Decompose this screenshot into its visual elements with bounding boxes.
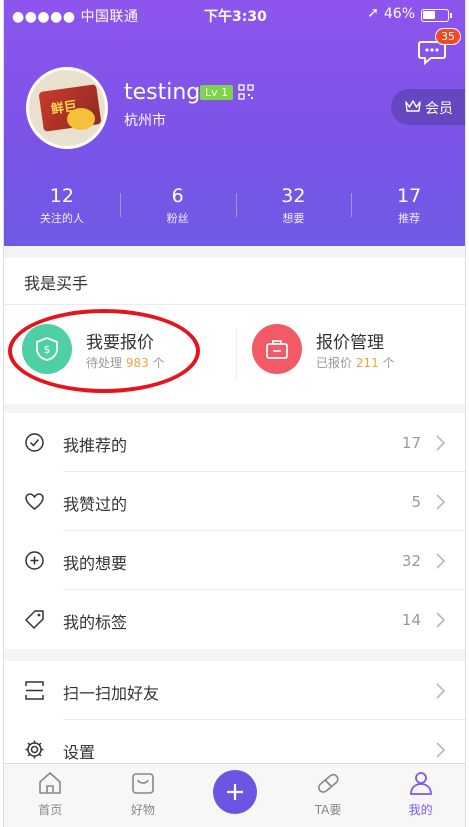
list-item-wants[interactable]: 我的想要 32 (4, 531, 465, 590)
bag-icon (132, 773, 154, 794)
tab-mine[interactable]: 我的 (374, 764, 465, 827)
list-item-tags[interactable]: 我的标签 14 (4, 590, 465, 649)
clock-text: 下午3:30 (204, 9, 267, 25)
scan-icon (25, 681, 44, 700)
manage-circle (252, 324, 302, 374)
list-item-count: 14 (401, 611, 421, 629)
list-item-label: 我的标签 (63, 613, 128, 632)
profile-header: ●●●●● 中国联通 下午3:30 ➚ 46% 35 鲜巨 testing Lv… (4, 0, 465, 246)
stat-value: 32 (281, 185, 306, 207)
stat-value: 12 (49, 185, 74, 207)
list-item-count: 32 (401, 552, 421, 570)
tab-label: 首页 (38, 803, 63, 817)
list-item-count: 17 (401, 434, 421, 452)
tab-goods[interactable]: 好物 (97, 764, 190, 827)
chevron-right-icon (436, 742, 446, 758)
list-item-label: 我的想要 (63, 554, 128, 573)
battery-percent: 46% (383, 6, 415, 22)
stat-label: 关注的人 (39, 212, 84, 225)
avatar[interactable]: 鲜巨 (26, 67, 108, 149)
plus-circle-icon (25, 551, 44, 570)
buyer-section-title: 我是买手 (24, 274, 89, 293)
chevron-right-icon (436, 612, 446, 628)
tools-list: 扫一扫加好友 设置 (4, 661, 465, 779)
home-icon (39, 772, 62, 794)
quote-manage-label: 报价管理 (316, 333, 384, 353)
check-circle-icon (25, 433, 44, 452)
location-arrow-icon: ➚ (367, 5, 379, 21)
heart-icon (25, 493, 44, 510)
quote-done-text: 已报价 211 个 (316, 354, 395, 371)
message-count-badge: 35 (435, 28, 461, 45)
pill-icon (318, 773, 339, 793)
tab-bar: 首页 好物 TA要 我的 (4, 763, 465, 827)
chevron-right-icon (436, 553, 446, 569)
tab-label: TA要 (314, 803, 342, 817)
status-bar: ●●●●● 中国联通 下午3:30 ➚ 46% (4, 4, 465, 26)
vip-label: 会员 (425, 101, 453, 117)
quote-manage-button[interactable]: 报价管理 已报价 211 个 (252, 324, 465, 384)
gear-icon (25, 740, 44, 759)
avatar-fruit-image (67, 108, 95, 130)
tab-publish[interactable] (189, 764, 282, 827)
list-item-count: 5 (411, 493, 421, 511)
list-item-scan[interactable]: 扫一扫加好友 (4, 661, 465, 720)
stat-recommend[interactable]: 17 推荐 (351, 185, 465, 227)
quote-done-suffix: 个 (382, 356, 395, 370)
person-icon (409, 772, 432, 795)
stat-fans[interactable]: 6 粉丝 (119, 185, 236, 227)
divider (4, 304, 465, 305)
stat-value: 6 (171, 185, 184, 207)
quote-done-prefix: 已报价 (316, 356, 353, 370)
crown-icon (405, 100, 421, 112)
list-item-label: 扫一扫加好友 (63, 684, 160, 703)
vertical-divider (236, 328, 237, 380)
publish-button[interactable] (213, 770, 258, 814)
briefcase-icon (266, 340, 288, 359)
list-item-label: 我赞过的 (63, 495, 128, 514)
qr-code-icon[interactable] (238, 84, 254, 100)
username: testing (124, 80, 201, 105)
message-button[interactable]: 35 (417, 28, 461, 66)
user-city: 杭州市 (124, 113, 166, 129)
phone-screen: ●●●●● 中国联通 下午3:30 ➚ 46% 35 鲜巨 testing Lv… (3, 0, 466, 827)
stats-bar: 12 关注的人 6 粉丝 32 想要 17 推荐 (4, 185, 465, 227)
list-item-label: 设置 (63, 743, 96, 762)
stat-value: 17 (397, 185, 422, 207)
battery-icon (421, 9, 452, 22)
stat-following[interactable]: 12 关注的人 (4, 185, 120, 227)
tab-label: 好物 (130, 803, 155, 817)
list-item-liked[interactable]: 我赞过的 5 (4, 472, 465, 531)
tab-label: 我的 (408, 803, 433, 817)
activity-list: 我推荐的 17 我赞过的 5 我的想要 32 我的标签 14 (4, 413, 465, 649)
chevron-right-icon (436, 494, 446, 510)
quote-done-count: 211 (355, 356, 379, 370)
stat-label: 推荐 (398, 212, 421, 225)
stat-label: 想要 (282, 212, 305, 225)
carrier-text: ●●●●● 中国联通 (12, 9, 139, 25)
level-badge: Lv 1 (200, 85, 234, 100)
stat-wants[interactable]: 32 想要 (235, 185, 352, 227)
tab-home[interactable]: 首页 (4, 764, 97, 827)
plus-icon (227, 784, 244, 800)
chevron-right-icon (436, 435, 446, 451)
list-item-recommended[interactable]: 我推荐的 17 (4, 413, 465, 472)
chevron-right-icon (436, 683, 446, 699)
tab-ta-want[interactable]: TA要 (282, 764, 375, 827)
annotation-highlight-ellipse (8, 309, 200, 393)
vip-button[interactable]: 会员 (391, 89, 465, 125)
stat-label: 粉丝 (166, 212, 189, 225)
tag-icon (25, 610, 44, 629)
list-item-label: 我推荐的 (63, 436, 128, 455)
